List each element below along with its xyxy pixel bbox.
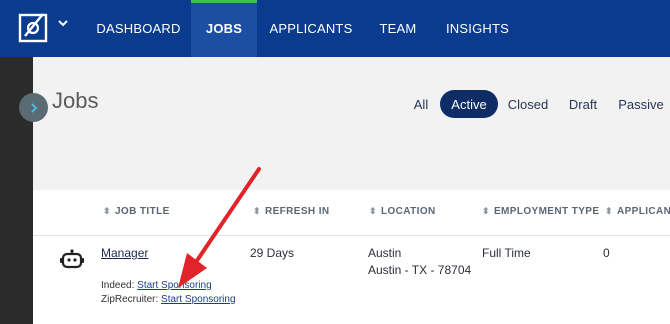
filter-closed[interactable]: Closed (505, 90, 551, 118)
indeed-start-sponsoring-link[interactable]: Start Sponsoring (137, 280, 212, 291)
job-title-link[interactable]: Manager (101, 246, 148, 260)
page-title: Jobs (52, 88, 99, 113)
chevron-right-icon (30, 102, 37, 113)
ziprecruiter-start-sponsoring-link[interactable]: Start Sponsoring (161, 294, 236, 305)
table-row: Manager Indeed: Start Sponsoring ZipRecr… (33, 235, 670, 324)
refresh-in-value: 29 Days (250, 246, 295, 260)
table-header: ⬍ JOB TITLE ⬍ REFRESH IN ⬍ LOCATION ⬍ EM… (33, 190, 670, 236)
column-header-location[interactable]: ⬍ LOCATION (369, 206, 436, 217)
logo-icon[interactable] (18, 10, 48, 44)
nav-applicants[interactable]: APPLICANTS (262, 0, 360, 57)
nav-dashboard[interactable]: DASHBOARD (90, 0, 187, 57)
filter-active[interactable]: Active (440, 90, 498, 118)
jobs-table: ⬍ JOB TITLE ⬍ REFRESH IN ⬍ LOCATION ⬍ EM… (33, 190, 670, 324)
column-header-refresh-in[interactable]: ⬍ REFRESH IN (253, 206, 330, 217)
sort-icon: ⬍ (605, 206, 613, 216)
chevron-down-icon[interactable] (56, 16, 70, 30)
nav-jobs[interactable]: JOBS (191, 0, 257, 57)
column-header-job-title[interactable]: ⬍ JOB TITLE (103, 206, 170, 217)
indeed-label: Indeed: (101, 280, 135, 291)
column-header-applicant[interactable]: ⬍ APPLICANT (605, 206, 670, 217)
sort-icon: ⬍ (103, 206, 111, 216)
sort-icon: ⬍ (369, 206, 377, 216)
employment-type-value: Full Time (482, 246, 531, 260)
sort-icon: ⬍ (482, 206, 490, 216)
top-navigation-bar: DASHBOARD JOBS APPLICANTS TEAM INSIGHTS (0, 0, 670, 57)
applicant-count: 0 (603, 246, 610, 260)
filter-passive[interactable]: Passive (615, 90, 667, 118)
robot-icon (60, 249, 84, 269)
filter-all[interactable]: All (408, 90, 434, 118)
location-city: Austin (368, 246, 402, 260)
sort-icon: ⬍ (253, 206, 261, 216)
nav-team[interactable]: TEAM (370, 0, 426, 57)
ziprecruiter-sponsor: ZipRecruiter: Start Sponsoring (101, 294, 236, 305)
indeed-sponsor: Indeed: Start Sponsoring (101, 280, 212, 291)
sidebar-expand-button[interactable] (19, 93, 48, 122)
filter-draft[interactable]: Draft (565, 90, 601, 118)
nav-insights[interactable]: INSIGHTS (440, 0, 515, 57)
ziprecruiter-label: ZipRecruiter: (101, 294, 159, 305)
location-full: Austin - TX - 78704 (368, 263, 472, 277)
column-header-employment-type[interactable]: ⬍ EMPLOYMENT TYPE (482, 206, 599, 217)
